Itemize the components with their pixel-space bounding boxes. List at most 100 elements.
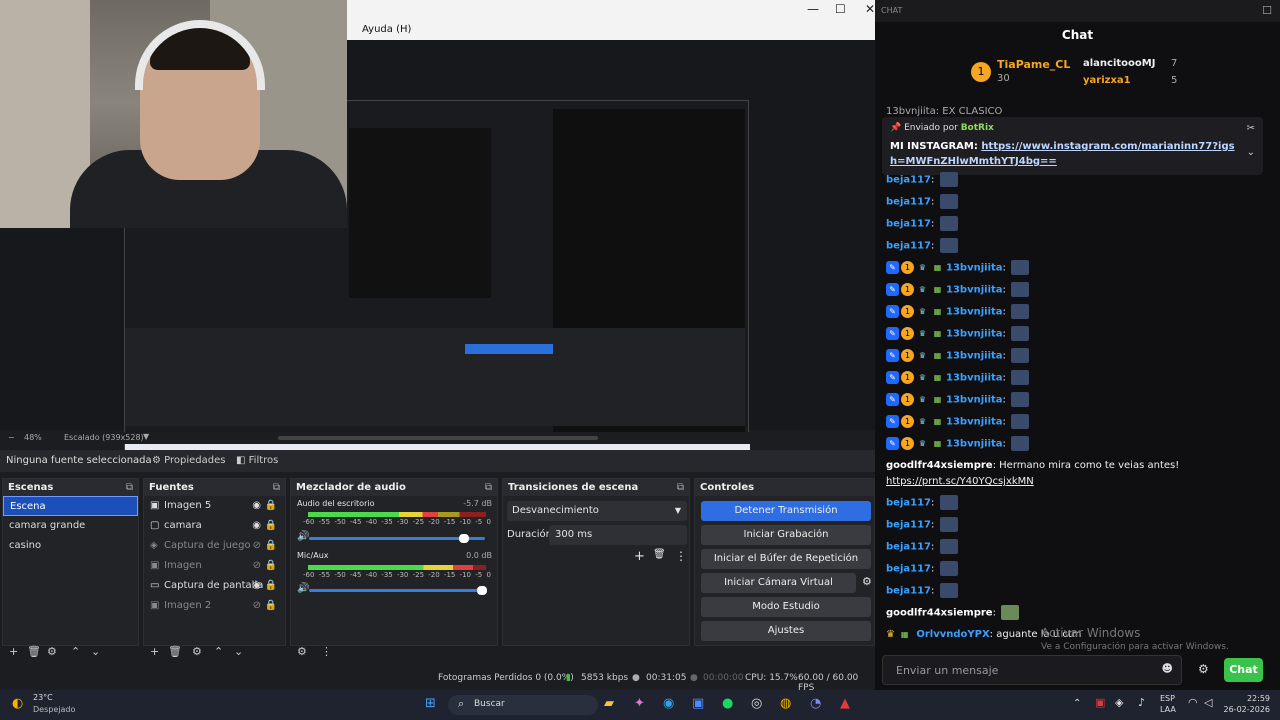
- more-icon[interactable]: ⋮: [675, 549, 687, 563]
- wifi-icon[interactable]: ◠: [1188, 696, 1198, 709]
- lang-1[interactable]: ESP: [1160, 694, 1175, 703]
- clock-date[interactable]: 26-02-2026: [1222, 705, 1271, 714]
- move-up-icon[interactable]: ⌃: [71, 645, 80, 658]
- source-item[interactable]: ▣ Imagen ⊘ 🔒: [144, 556, 285, 576]
- chat-send-button[interactable]: Chat: [1224, 658, 1263, 682]
- source-item[interactable]: ▣ Imagen 2 ⊘ 🔒: [144, 596, 285, 616]
- tray-icon[interactable]: ◈: [1115, 696, 1123, 709]
- chat-username[interactable]: goodlfr44xsiempre: [886, 460, 993, 471]
- chat-username[interactable]: 13bvnjiita: [946, 395, 1003, 406]
- volume-knob[interactable]: [459, 534, 469, 543]
- eye-hidden-icon[interactable]: ⊘: [253, 556, 261, 576]
- lock-icon[interactable]: 🔒: [265, 496, 277, 516]
- store-icon[interactable]: ▣: [692, 696, 704, 711]
- move-down-icon[interactable]: ⌄: [234, 645, 243, 658]
- preview-scrollbar[interactable]: [278, 436, 598, 440]
- move-down-icon[interactable]: ⌄: [91, 645, 100, 658]
- dock-popout-icon[interactable]: ⧉: [126, 479, 133, 496]
- dock-popout-icon[interactable]: ⧉: [677, 479, 684, 496]
- add-icon[interactable]: +: [150, 645, 159, 658]
- pinned-message[interactable]: 📌 Enviado por BotRix MI INSTAGRAM: https…: [882, 117, 1263, 175]
- duration-input[interactable]: 300 ms: [549, 525, 687, 545]
- filters-button[interactable]: ◧ Filtros: [230, 453, 284, 469]
- zoom-minus-icon[interactable]: −: [8, 433, 15, 442]
- chat-username[interactable]: beja117: [886, 197, 931, 208]
- copilot-icon[interactable]: ✦: [634, 696, 645, 711]
- chat-username[interactable]: 13bvnjiita: [946, 373, 1003, 384]
- minimize-icon[interactable]: —: [807, 2, 819, 16]
- volume-slider[interactable]: [309, 534, 485, 543]
- chevron-up-icon[interactable]: ⌃: [1073, 698, 1081, 709]
- move-up-icon[interactable]: ⌃: [214, 645, 223, 658]
- source-item[interactable]: ▢ camara ◉ 🔒: [144, 516, 285, 536]
- dock-popout-icon[interactable]: ⧉: [273, 479, 280, 496]
- unpin-icon[interactable]: ✂: [1247, 123, 1255, 134]
- chat-username[interactable]: 13bvnjiita: [946, 351, 1003, 362]
- spotify-icon[interactable]: ●: [722, 696, 733, 711]
- start-recording-button[interactable]: Iniciar Grabación: [701, 525, 871, 545]
- maximize-icon[interactable]: ☐: [835, 2, 846, 16]
- studio-mode-button[interactable]: Modo Estudio: [701, 597, 871, 617]
- lock-icon[interactable]: 🔒: [265, 516, 277, 536]
- volume-knob[interactable]: [477, 586, 487, 595]
- speaker-icon[interactable]: 🔊: [297, 531, 309, 542]
- add-icon[interactable]: +: [634, 549, 645, 564]
- chat-username[interactable]: 13bvnjiita: [946, 307, 1003, 318]
- chat-input[interactable]: Enviar un mensaje ☻: [882, 655, 1182, 685]
- config-icon[interactable]: ⚙: [47, 645, 57, 658]
- app-icon[interactable]: ▲: [840, 696, 850, 711]
- source-item[interactable]: ▭ Captura de pantalla ◉ 🔒: [144, 576, 285, 596]
- trash-icon[interactable]: 🗑: [27, 645, 41, 658]
- replay-buffer-button[interactable]: Iniciar el Búfer de Repetición: [701, 549, 871, 569]
- emoji-icon[interactable]: ☻: [1162, 662, 1173, 675]
- add-icon[interactable]: +: [9, 645, 18, 658]
- chat-username[interactable]: 13bvnjiita: [946, 329, 1003, 340]
- chrome-icon[interactable]: ◍: [780, 696, 791, 711]
- mic-icon[interactable]: ♪: [1138, 696, 1145, 709]
- volume-icon[interactable]: ◁: [1204, 696, 1212, 709]
- chat-link[interactable]: https://prnt.sc/Y40YQcsjxkMN: [886, 474, 1034, 490]
- trash-icon[interactable]: 🗑: [653, 549, 666, 560]
- lock-icon[interactable]: 🔒: [265, 536, 277, 556]
- discord-icon[interactable]: ◔: [810, 696, 821, 711]
- clock-time[interactable]: 22:59: [1222, 694, 1270, 703]
- eye-icon[interactable]: ◉: [252, 576, 261, 596]
- chat-username[interactable]: 13bvnjiita: [946, 263, 1003, 274]
- eye-icon[interactable]: ◉: [252, 516, 261, 536]
- trash-icon[interactable]: 🗑: [168, 645, 182, 658]
- taskbar-search[interactable]: ⌕ Buscar: [448, 695, 598, 715]
- gear-icon[interactable]: ⚙: [1198, 662, 1209, 676]
- folder-icon[interactable]: ▰: [604, 696, 614, 711]
- properties-button[interactable]: ⚙ Propiedades: [146, 453, 231, 469]
- chat-username[interactable]: 13bvnjiita: [946, 417, 1003, 428]
- speaker-icon[interactable]: 🔊: [297, 583, 309, 594]
- source-item[interactable]: ◈ Captura de juego ⊘ 🔒: [144, 536, 285, 556]
- dock-popout-icon[interactable]: ⧉: [485, 479, 492, 496]
- chat-username[interactable]: 13bvnjiita: [946, 285, 1003, 296]
- chat-username[interactable]: beja117: [886, 520, 931, 531]
- source-item[interactable]: ▣ Imagen 5 ◉ 🔒: [144, 496, 285, 516]
- scene-item[interactable]: Escena: [3, 496, 138, 516]
- lock-icon[interactable]: 🔒: [265, 596, 277, 616]
- chat-username[interactable]: goodlfr44xsiempre: [886, 608, 993, 619]
- virtual-camera-button[interactable]: Iniciar Cámara Virtual: [701, 573, 856, 593]
- chat-username[interactable]: beja117: [886, 219, 931, 230]
- close-icon[interactable]: ✕: [865, 2, 875, 16]
- scene-item[interactable]: camara grande: [3, 516, 138, 536]
- chat-username[interactable]: beja117: [886, 542, 931, 553]
- chat-username[interactable]: beja117: [886, 175, 931, 186]
- settings-button[interactable]: Ajustes: [701, 621, 871, 641]
- weather-icon[interactable]: ◐: [12, 696, 23, 711]
- chat-username[interactable]: beja117: [886, 241, 931, 252]
- stop-stream-button[interactable]: Detener Transmisión: [701, 501, 871, 521]
- tray-icon[interactable]: ▣: [1095, 696, 1105, 709]
- chevron-down-icon[interactable]: ⌄: [1247, 147, 1255, 158]
- menu-help[interactable]: Ayuda (H): [362, 24, 411, 35]
- scene-item[interactable]: casino: [3, 536, 138, 556]
- chat-username[interactable]: beja117: [886, 564, 931, 575]
- eye-hidden-icon[interactable]: ⊘: [253, 596, 261, 616]
- mixer-config-icon[interactable]: ⚙: [297, 645, 307, 658]
- chat-username[interactable]: 13bvnjiita: [946, 439, 1003, 450]
- volume-slider[interactable]: [309, 586, 487, 595]
- more-icon[interactable]: ⋮: [321, 645, 332, 658]
